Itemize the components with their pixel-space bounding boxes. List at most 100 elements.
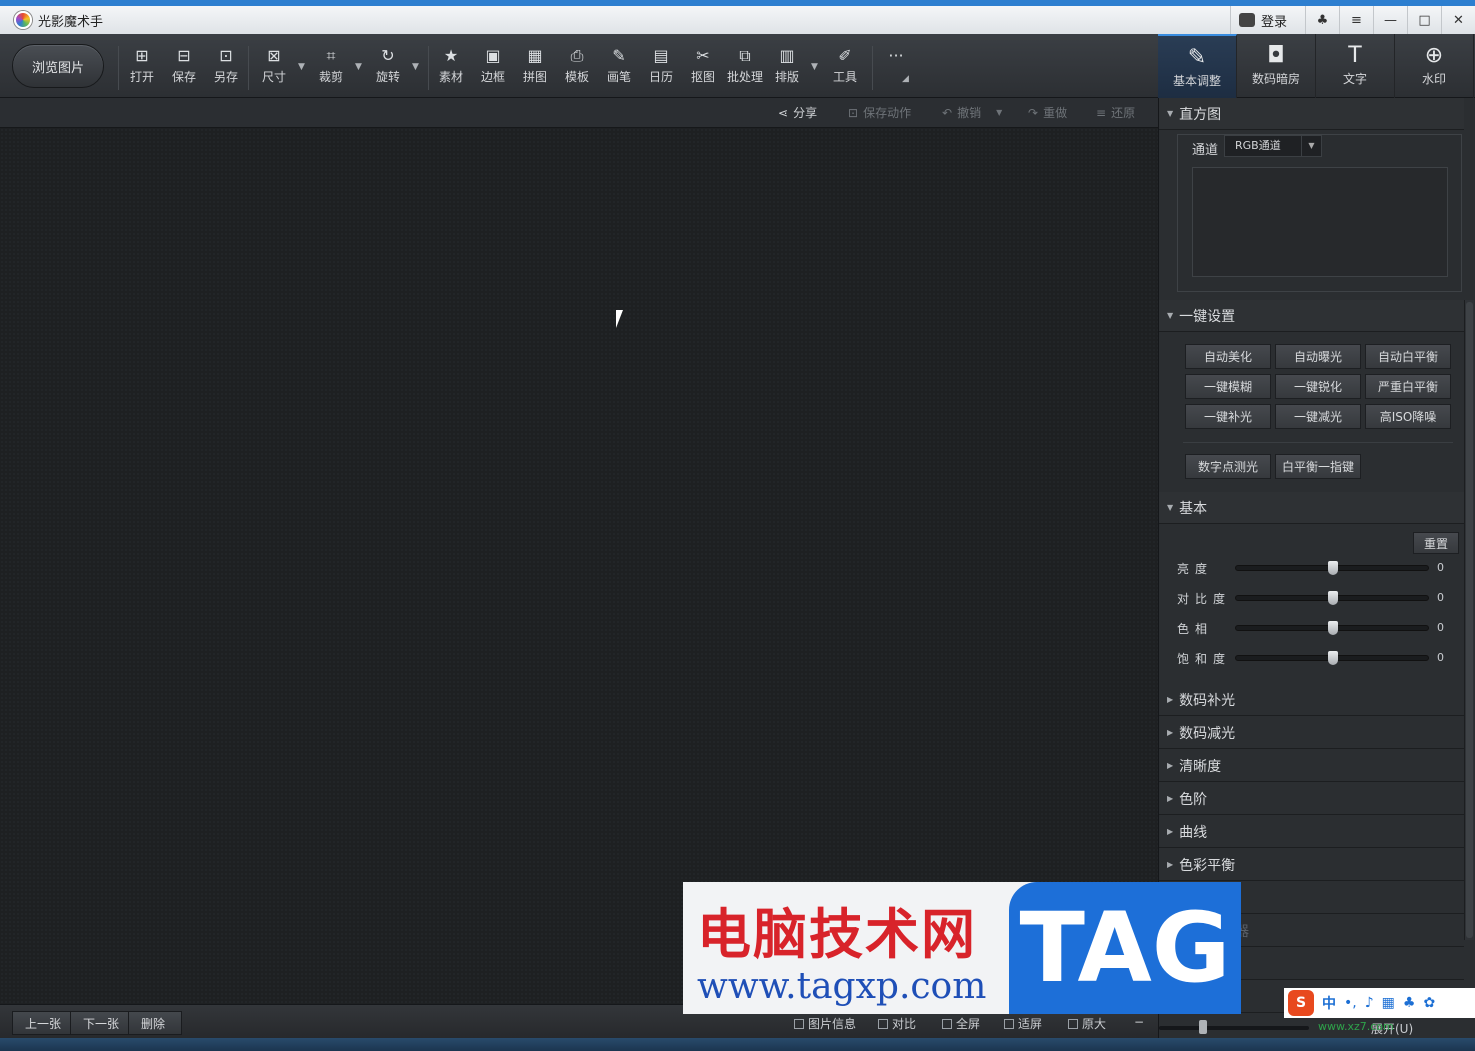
shirt-icon[interactable]: ♣ (1403, 995, 1416, 1011)
slider-thumb[interactable] (1328, 561, 1338, 575)
image-info-button[interactable]: 图片信息 (794, 1015, 856, 1032)
open-button[interactable]: ⊞ 打开 (122, 46, 162, 90)
calendar-button[interactable]: ▤ 日历 (641, 46, 681, 90)
collapse-arrow-icon: ▼ (1167, 311, 1174, 320)
undo-button[interactable]: ↶ 撤销 ▼ (942, 104, 1002, 121)
panel-scrollbar[interactable] (1464, 300, 1474, 940)
cutout-button[interactable]: ✂ 抠图 (683, 46, 723, 90)
reset-button[interactable]: 重置 (1413, 532, 1459, 554)
image-canvas[interactable] (0, 128, 1158, 1004)
zoom-track (1159, 1026, 1309, 1030)
prev-image-button[interactable]: 上一张 (12, 1011, 75, 1035)
next-image-button[interactable]: 下一张 (70, 1011, 133, 1035)
one-click-reduce-light-button[interactable]: 一键减光 (1275, 404, 1361, 429)
save-button[interactable]: ⊟ 保存 (164, 46, 204, 90)
collapsed-section-header[interactable]: ▶ 数码减光 (1159, 717, 1464, 749)
zoom-thumb[interactable] (1199, 1020, 1207, 1034)
border-button[interactable]: ▣ 边框 (473, 46, 513, 90)
channel-select[interactable]: RGB通道 ▼ (1224, 135, 1322, 157)
slider-track[interactable] (1235, 621, 1429, 635)
zoom-out-icon[interactable]: − (1134, 1015, 1144, 1029)
basic-header[interactable]: ▼ 基本 (1159, 492, 1464, 524)
crop-button[interactable]: ⌗ 裁剪 (311, 46, 351, 90)
slider-thumb[interactable] (1328, 651, 1338, 665)
one-click-blur-button[interactable]: 一键模糊 (1185, 374, 1271, 399)
slider-track[interactable] (1235, 591, 1429, 605)
divider (1183, 442, 1453, 443)
collapsed-section-header[interactable]: ▶ 色彩平衡 (1159, 849, 1464, 881)
original-size-button[interactable]: 原大 (1068, 1015, 1106, 1032)
save-as-button[interactable]: ⊡ 另存 (206, 46, 246, 90)
tab-watermark[interactable]: ⊕ 水印 (1395, 34, 1474, 98)
collapsed-section-header[interactable]: ▶ 数码补光 (1159, 684, 1464, 716)
login-button[interactable]: 登录 (1229, 6, 1305, 34)
collapsed-section-header[interactable]: ▶ 色阶 (1159, 783, 1464, 815)
rotate-dropdown-icon[interactable]: ▼ (412, 62, 419, 72)
collapse-arrow-icon: ▼ (1167, 503, 1174, 512)
ime-toolbar[interactable]: S 中 •, ♪ ▦ ♣ ✿ (1284, 988, 1475, 1018)
one-click-sharpen-button[interactable]: 一键锐化 (1275, 374, 1361, 399)
histogram-header[interactable]: ▼ 直方图 (1159, 98, 1464, 130)
app-logo-icon (14, 11, 32, 29)
collapsed-section-header[interactable]: ▶ 曲线 (1159, 816, 1464, 848)
ime-mode[interactable]: 中 (1322, 993, 1336, 1013)
slider-thumb[interactable] (1328, 591, 1338, 605)
rotate-button[interactable]: ↻ 旋转 (368, 46, 408, 90)
puzzle-button[interactable]: ▦ 拼图 (515, 46, 555, 90)
tools-button[interactable]: ✐ 工具 (825, 46, 865, 90)
layout-dropdown-icon[interactable]: ▼ (811, 62, 818, 72)
fullscreen-button[interactable]: 全屏 (942, 1015, 980, 1032)
section-title: 清晰度 (1179, 758, 1222, 775)
crop-icon: ⌗ (326, 46, 336, 65)
collapsed-section-header[interactable]: ▶ 清晰度 (1159, 750, 1464, 782)
high-iso-denoise-button[interactable]: 高ISO降噪 (1365, 404, 1451, 429)
tab-digital-darkroom[interactable]: ◘ 数码暗房 (1237, 34, 1316, 98)
layout-button[interactable]: ▥ 排版 (767, 46, 807, 90)
fit-screen-button[interactable]: 适屏 (1004, 1015, 1042, 1032)
material-button[interactable]: ★ 素材 (431, 46, 471, 90)
menu-icon[interactable]: ≡ (1339, 6, 1373, 34)
white-balance-picker-button[interactable]: 白平衡一指键 (1275, 454, 1361, 479)
tab-text[interactable]: T 文字 (1316, 34, 1395, 98)
resize-button[interactable]: ⊠ 尺寸 (254, 46, 294, 90)
tool-icon[interactable]: ✿ (1423, 995, 1435, 1011)
compare-button[interactable]: 对比 (878, 1015, 916, 1032)
slider-thumb[interactable] (1328, 621, 1338, 635)
scroll-thumb[interactable] (1466, 302, 1473, 938)
batch-button[interactable]: ⧉ 批处理 (722, 46, 768, 90)
slider-track[interactable] (1235, 561, 1429, 575)
crop-dropdown-icon[interactable]: ▼ (355, 62, 362, 72)
auto-beautify-button[interactable]: 自动美化 (1185, 344, 1271, 369)
more-button[interactable]: ··· (876, 46, 916, 90)
close-button[interactable]: ✕ (1441, 6, 1475, 34)
ime-punct-icon[interactable]: •, (1344, 995, 1357, 1011)
delete-button[interactable]: 删除 (128, 1011, 182, 1035)
resize-dropdown-icon[interactable]: ▼ (298, 62, 305, 72)
auto-white-balance-button[interactable]: 自动白平衡 (1365, 344, 1451, 369)
calendar-icon: ▤ (653, 46, 669, 65)
spot-metering-button[interactable]: 数字点测光 (1185, 454, 1271, 479)
minimize-button[interactable]: — (1373, 6, 1407, 34)
template-button[interactable]: ⎙ 模板 (557, 46, 597, 90)
browse-images-button[interactable]: 浏览图片 (12, 44, 104, 88)
keyboard-icon[interactable]: ▦ (1382, 995, 1395, 1011)
one-click-header[interactable]: ▼ 一键设置 (1159, 300, 1464, 332)
zoom-slider[interactable]: 展开(U) (1159, 1018, 1464, 1038)
puzzle-icon: ▦ (527, 46, 543, 65)
one-click-fill-light-button[interactable]: 一键补光 (1185, 404, 1271, 429)
redo-button[interactable]: ↷ 重做 (1028, 104, 1067, 121)
ime-logo-icon: S (1288, 990, 1314, 1016)
save-action-button[interactable]: ⊡ 保存动作 (848, 104, 911, 121)
brush-button[interactable]: ✎ 画笔 (599, 46, 639, 90)
slider-track[interactable] (1235, 651, 1429, 665)
microphone-icon[interactable]: ♪ (1365, 995, 1374, 1011)
share-button[interactable]: ⋖ 分享 (778, 104, 817, 121)
undo-dropdown-icon[interactable]: ▼ (996, 108, 1002, 117)
restore-button[interactable]: ≡ 还原 (1096, 104, 1135, 121)
chevron-down-icon: ▼ (1301, 136, 1321, 156)
shirt-icon[interactable]: ♣ (1305, 6, 1339, 34)
strong-white-balance-button[interactable]: 严重白平衡 (1365, 374, 1451, 399)
maximize-button[interactable]: □ (1407, 6, 1441, 34)
auto-exposure-button[interactable]: 自动曝光 (1275, 344, 1361, 369)
tab-basic-adjust[interactable]: ✎ 基本调整 (1158, 34, 1237, 98)
